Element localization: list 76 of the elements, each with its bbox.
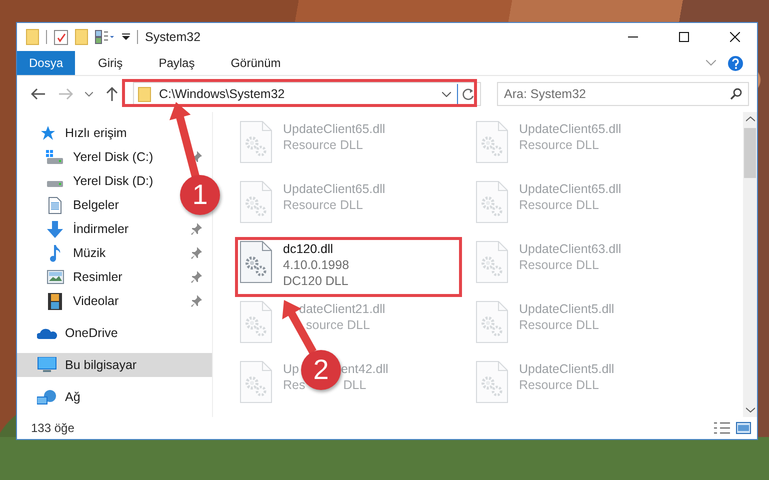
nav-item[interactable]: Belgeler xyxy=(17,193,125,217)
up-arrow-icon xyxy=(106,87,118,101)
pin-icon[interactable] xyxy=(190,271,202,283)
file-detail: Resource DLL xyxy=(519,137,599,153)
cloud-icon xyxy=(37,327,57,339)
nav-item[interactable]: Bu bilgisayar xyxy=(17,353,212,377)
forward-arrow-icon xyxy=(59,88,73,100)
file-detail: Resource DLL xyxy=(519,317,599,333)
nav-item[interactable]: OneDrive xyxy=(17,321,124,345)
window-title: System32 xyxy=(145,30,202,44)
file-name: UpdateClient65.dll xyxy=(283,121,386,137)
scrollbar[interactable] xyxy=(743,112,757,417)
file-detail: source DLL xyxy=(306,317,370,333)
drive-icon xyxy=(47,181,63,187)
search-bar[interactable]: Ara: System32 xyxy=(497,82,749,106)
ribbon-tab[interactable]: Paylaş xyxy=(146,51,208,75)
file-name: ent42.dll xyxy=(340,361,388,377)
file-detail: Resource DLL xyxy=(519,377,599,393)
file-detail: Resource DLL xyxy=(519,197,599,213)
pin-icon[interactable] xyxy=(190,295,202,307)
file-name: UpdateClient65.dll xyxy=(519,181,622,197)
address-field[interactable]: C:\Windows\System32 xyxy=(159,87,442,101)
nav-item[interactable]: Yerel Disk (D:) xyxy=(17,169,160,193)
back-arrow-icon xyxy=(31,88,45,100)
help-icon[interactable] xyxy=(728,56,743,70)
file-name: dc120.dll xyxy=(283,241,334,257)
customize-menu-icon[interactable] xyxy=(122,33,130,41)
ribbon-tab[interactable]: Giriş xyxy=(85,51,136,75)
document-icon xyxy=(48,196,62,214)
file-detail: DLL xyxy=(343,377,366,393)
music-note-icon xyxy=(49,244,61,262)
file-detail: 4.10.0.1998 xyxy=(283,257,350,273)
chevron-down-icon xyxy=(85,92,93,96)
file-name: UpdateClient65.dll xyxy=(519,121,622,137)
expand-ribbon-icon[interactable] xyxy=(706,60,716,66)
file-name: UpdateClient63.dll xyxy=(519,241,622,257)
ribbon-tab[interactable]: Görünüm xyxy=(218,51,294,75)
file-name: UpdateClient5.dll xyxy=(519,301,614,317)
monitor-icon xyxy=(37,357,57,373)
nav-item[interactable]: Resimler xyxy=(17,265,212,289)
pin-icon[interactable] xyxy=(190,247,202,259)
ribbon-tab[interactable]: Dosya xyxy=(17,51,76,75)
file-detail: Resource DLL xyxy=(283,197,363,213)
view-dropdown-icon[interactable] xyxy=(95,30,115,44)
properties-icon[interactable] xyxy=(54,29,68,45)
file-detail: DC120 DLL xyxy=(283,273,348,289)
folder-icon xyxy=(138,86,151,102)
scroll-thumb[interactable] xyxy=(744,128,756,178)
nav-item[interactable]: Hızlı erişim xyxy=(17,121,133,145)
drive-icon xyxy=(46,150,64,164)
file-detail: Resource DLL xyxy=(519,257,599,273)
close-icon xyxy=(730,32,740,42)
pin-icon[interactable] xyxy=(190,223,202,235)
search-icon xyxy=(730,88,742,100)
file-detail: Res xyxy=(283,377,306,393)
dropdown-icon[interactable] xyxy=(442,92,451,96)
nav-item[interactable]: Yerel Disk (C:) xyxy=(17,145,212,169)
file-detail: Resource DLL xyxy=(283,137,363,153)
file-name: Up xyxy=(283,361,299,377)
file-name: UpdateClient65.dll xyxy=(283,181,386,197)
star-icon xyxy=(39,125,55,141)
large-icons-view-icon[interactable] xyxy=(736,422,751,434)
item-count: 133 öğe xyxy=(31,421,76,435)
download-icon xyxy=(47,220,63,238)
details-view-icon[interactable] xyxy=(714,422,730,434)
picture-icon xyxy=(46,270,64,284)
file-name: UpdateClient5.dll xyxy=(519,361,614,377)
film-icon xyxy=(48,292,62,310)
maximize-icon xyxy=(679,32,689,42)
network-icon xyxy=(37,388,57,406)
file-name: dateClient21.dll xyxy=(299,301,386,317)
nav-item[interactable]: İndirmeler xyxy=(17,217,212,241)
nav-item[interactable]: Videolar xyxy=(17,289,212,313)
nav-item[interactable]: Müzik xyxy=(17,241,212,265)
search-field[interactable]: Ara: System32 xyxy=(504,87,730,101)
nav-item[interactable]: Ağ xyxy=(17,385,86,409)
